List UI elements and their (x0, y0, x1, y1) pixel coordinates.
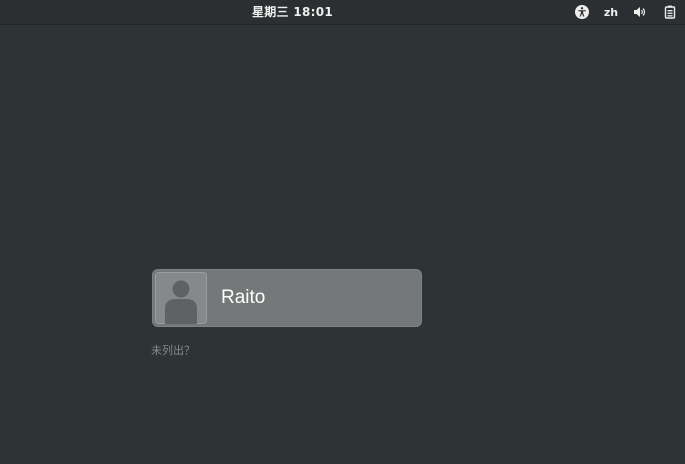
volume-button[interactable] (625, 0, 655, 24)
clock[interactable]: 星期三 18:01 (0, 0, 585, 24)
power-icon (664, 5, 676, 19)
user-silhouette-icon (155, 280, 207, 324)
top-bar: 星期三 18:01 zh (0, 0, 685, 24)
accessibility-icon (575, 5, 589, 19)
system-menu-button[interactable] (655, 0, 685, 24)
status-area[interactable]: zh (567, 0, 685, 24)
volume-icon (633, 6, 647, 18)
not-listed-link[interactable]: 未列出？ (151, 342, 195, 358)
input-language-indicator[interactable]: zh (597, 0, 625, 24)
avatar (155, 272, 207, 324)
accessibility-menu-button[interactable] (567, 0, 597, 24)
user-list-item[interactable]: Raito (152, 269, 422, 327)
username-label: Raito (221, 287, 266, 308)
